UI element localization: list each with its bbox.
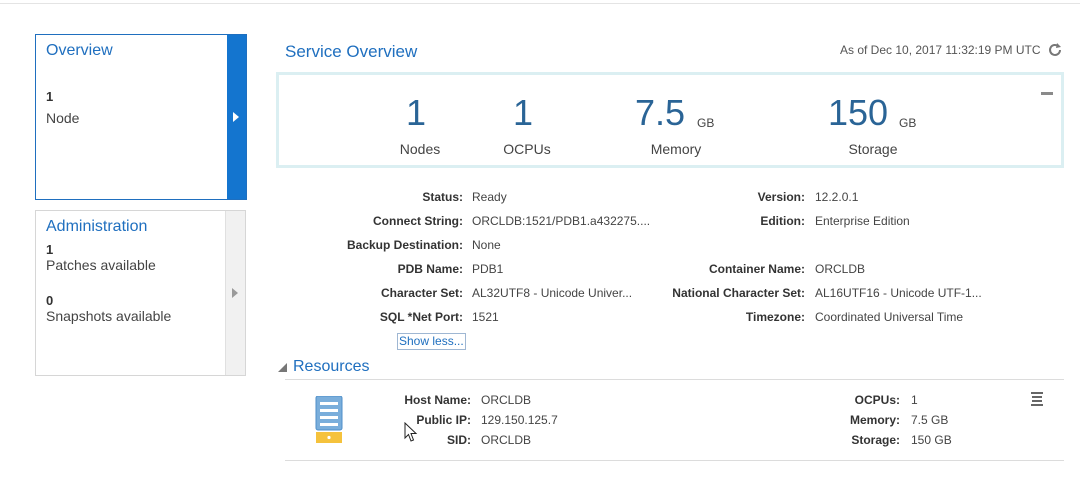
resource-storage-value: 150 GB	[911, 433, 952, 447]
national-character-set-key: National Character Set:	[672, 286, 805, 300]
ocpus-value: 1	[513, 92, 534, 133]
hamburger-menu-icon[interactable]	[1031, 392, 1043, 406]
resource-ocpus-value: 1	[911, 393, 918, 407]
administration-title: Administration	[46, 218, 148, 235]
administration-card[interactable]: Administration 1 Patches available 0 Sna…	[35, 210, 246, 376]
edition-value: Enterprise Edition	[815, 214, 910, 228]
pdb-name-key: PDB Name:	[397, 262, 463, 276]
node-label: Node	[46, 110, 80, 126]
storage-label: Storage	[848, 141, 898, 157]
service-overview-title: Service Overview	[285, 42, 418, 61]
ocpus-label: OCPUs	[503, 141, 551, 157]
backup-destination-key: Backup Destination:	[346, 238, 463, 252]
show-less-link[interactable]: Show less...	[397, 333, 466, 350]
minus-icon[interactable]	[1041, 92, 1053, 95]
chevron-right-icon	[233, 112, 239, 122]
sid-key: SID:	[447, 433, 471, 447]
memory-value: 7.5	[635, 92, 686, 133]
administration-expand-tab[interactable]	[225, 211, 245, 375]
resource-ocpus-key: OCPUs:	[854, 393, 900, 407]
sid-value: ORCLDB	[481, 433, 532, 447]
storage-unit: GB	[899, 116, 917, 130]
sql-net-port-key: SQL *Net Port:	[379, 310, 463, 324]
backup-destination-value: None	[472, 238, 501, 252]
container-name-value: ORCLDB	[815, 262, 866, 276]
snapshots-label: Snapshots available	[46, 308, 172, 324]
version-key: Version:	[757, 190, 805, 204]
metrics-panel: 1 Nodes 1 OCPUs 7.5 GB Memory 150 GB Sto…	[276, 72, 1064, 168]
host-name-key: Host Name:	[404, 393, 471, 407]
edition-key: Edition:	[760, 214, 805, 228]
nodes-label: Nodes	[399, 141, 441, 157]
chevron-right-icon	[232, 288, 238, 298]
host-name-value: ORCLDB	[481, 393, 532, 407]
pdb-name-value: PDB1	[472, 262, 504, 276]
public-ip-key: Public IP:	[416, 413, 471, 427]
resource-memory-key: Memory:	[849, 413, 900, 427]
resource-storage-key: Storage:	[851, 433, 900, 447]
overview-card[interactable]: Overview 1 Node	[35, 34, 247, 200]
timezone-value: Coordinated Universal Time	[815, 310, 964, 324]
overview-expand-tab[interactable]	[227, 35, 246, 199]
patches-count: 1	[46, 242, 54, 257]
as-of-timestamp: As of Dec 10, 2017 11:32:19 PM UTC	[840, 43, 1041, 57]
node-count: 1	[46, 89, 54, 104]
status-key: Status:	[422, 190, 463, 204]
container-name-key: Container Name:	[708, 262, 805, 276]
resource-memory-value: 7.5 GB	[911, 413, 949, 427]
version-value: 12.2.0.1	[815, 190, 859, 204]
memory-unit: GB	[697, 116, 715, 130]
storage-value: 150	[828, 92, 889, 133]
top-divider	[0, 3, 1080, 4]
resources-title[interactable]: Resources	[293, 358, 369, 376]
snapshots-count: 0	[46, 293, 54, 308]
resources-divider-top	[285, 379, 1064, 380]
patches-label: Patches available	[46, 257, 156, 273]
memory-label: Memory	[650, 141, 702, 157]
character-set-key: Character Set:	[380, 286, 463, 300]
public-ip-value: 129.150.125.7	[481, 413, 558, 427]
status-value: Ready	[472, 190, 507, 204]
resources-divider-bottom	[285, 460, 1064, 461]
collapse-triangle-icon[interactable]	[278, 363, 287, 372]
sql-net-port-value: 1521	[472, 310, 499, 324]
connect-string-key: Connect String:	[373, 214, 463, 228]
mouse-cursor-icon	[404, 422, 418, 442]
nodes-value: 1	[406, 92, 427, 133]
overview-title: Overview	[46, 42, 113, 59]
refresh-icon[interactable]	[1046, 41, 1064, 59]
timezone-key: Timezone:	[745, 310, 805, 324]
national-character-set-value: AL16UTF16 - Unicode UTF-1...	[815, 286, 982, 300]
